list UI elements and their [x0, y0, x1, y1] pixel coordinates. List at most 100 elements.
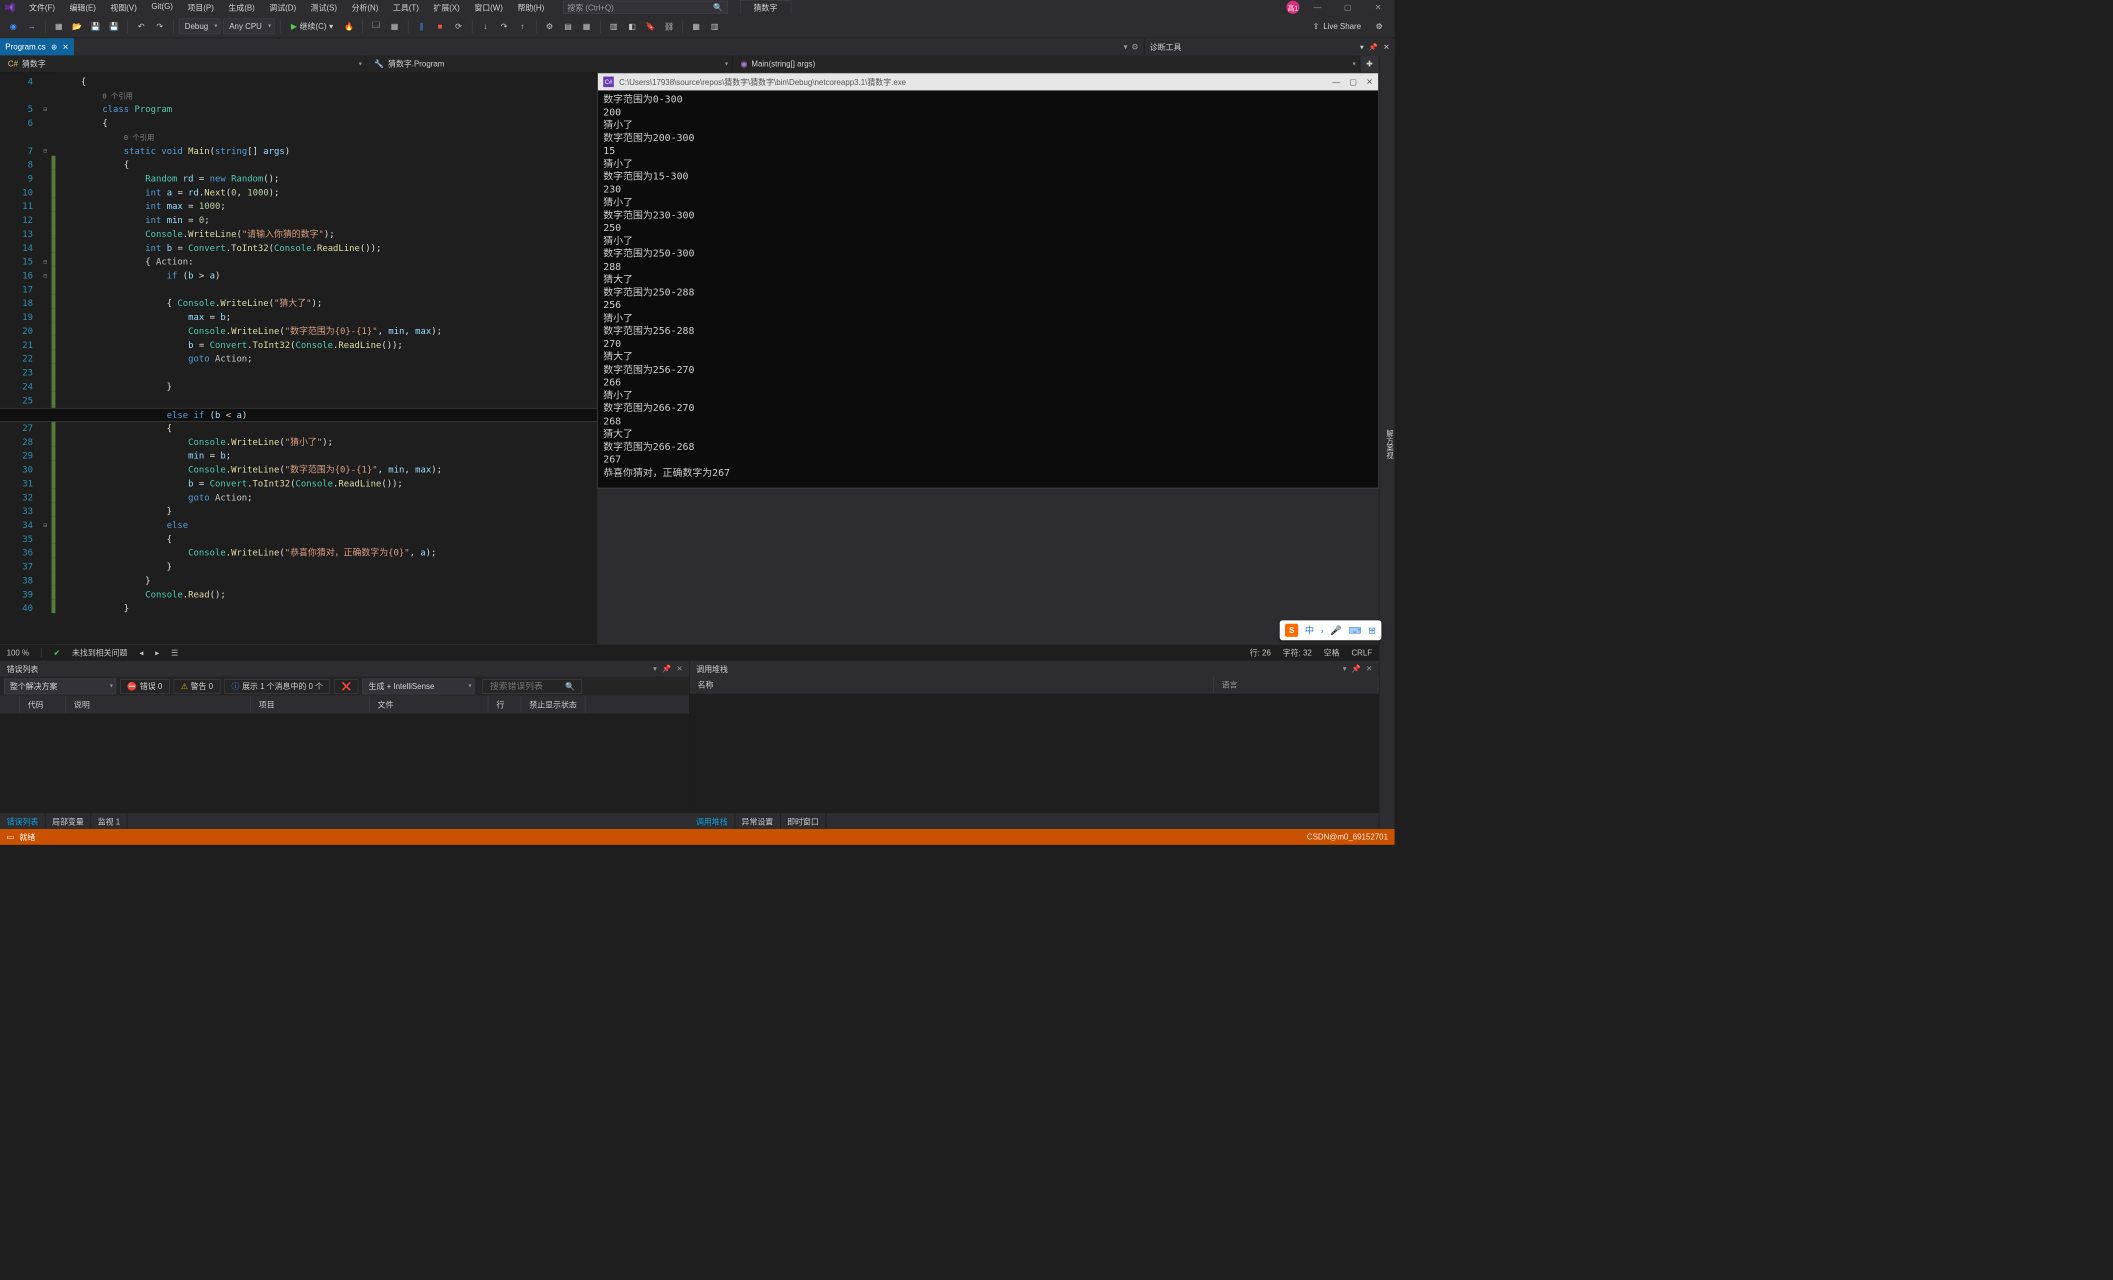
dropdown-icon[interactable]: ▾: [1360, 43, 1364, 52]
scope-dropdown[interactable]: 整个解决方案: [4, 678, 116, 694]
menu-item[interactable]: 视图(V): [104, 0, 144, 16]
error-col-header[interactable]: 项目: [251, 696, 370, 713]
console-title-bar[interactable]: C# C:\Users\17938\source\repos\猜数字\猜数字\b…: [598, 73, 1378, 90]
minimize-button[interactable]: —: [1305, 0, 1330, 15]
save-button[interactable]: 💾: [88, 18, 104, 34]
bottom-tab[interactable]: 局部变量: [46, 813, 92, 829]
pin-icon[interactable]: 📌: [662, 664, 671, 673]
bottom-tab[interactable]: 调用堆栈: [689, 813, 735, 829]
stop-button[interactable]: ■: [432, 18, 448, 34]
new-project-button[interactable]: ▦: [51, 18, 67, 34]
nav-left-icon[interactable]: ◂: [139, 648, 143, 657]
console-close[interactable]: ✕: [1366, 77, 1373, 86]
console-minimize[interactable]: —: [1332, 77, 1340, 86]
pin-icon[interactable]: 📌: [1352, 664, 1361, 673]
platform-dropdown[interactable]: Any CPU: [223, 18, 274, 34]
tool-h[interactable]: ▦: [688, 18, 704, 34]
nav-back-button[interactable]: ◉: [5, 18, 21, 34]
tool-a[interactable]: ⚙: [542, 18, 558, 34]
pause-button[interactable]: ∥: [414, 18, 430, 34]
error-col-header[interactable]: 代码: [20, 696, 66, 713]
warnings-filter[interactable]: ⚠警告 0: [174, 679, 221, 694]
error-col-header[interactable]: 文件: [370, 696, 489, 713]
info-filter[interactable]: ⓘ展示 1 个消息中的 0 个: [224, 679, 330, 694]
error-col-header[interactable]: [0, 696, 20, 713]
ime-toolbar[interactable]: S 中 ᠈ 🎤 ⌨ ⊞: [1280, 620, 1382, 640]
crumb-class[interactable]: 🔧 猜数字.Program: [366, 55, 732, 72]
ime-keyboard-icon[interactable]: ⌨: [1348, 625, 1361, 636]
bottom-tab[interactable]: 即时窗口: [780, 813, 826, 829]
hot-reload-button[interactable]: 🔥: [341, 18, 357, 34]
bottom-tab[interactable]: 错误列表: [0, 813, 46, 829]
code-editor[interactable]: 4 5 6 7 8 9 10 11 12 13 14 15 16 17 18 1…: [0, 73, 597, 645]
menu-item[interactable]: 项目(P): [181, 0, 221, 16]
step-out-button[interactable]: ↑: [515, 18, 531, 34]
user-avatar[interactable]: 高1: [1286, 1, 1299, 14]
menu-item[interactable]: 窗口(W): [468, 0, 510, 16]
tool-f[interactable]: 🔖: [643, 18, 659, 34]
bottom-tab[interactable]: 异常设置: [735, 813, 781, 829]
bottom-tab[interactable]: 监视 1: [91, 813, 127, 829]
tool-i[interactable]: ▥: [707, 18, 723, 34]
source-dropdown[interactable]: 生成 + IntelliSense: [363, 678, 475, 694]
menu-item[interactable]: 分析(N): [345, 0, 385, 16]
solution-explorer-tab[interactable]: 解方案视: [1384, 430, 1395, 459]
step-into-button[interactable]: ↓: [478, 18, 494, 34]
menu-item[interactable]: 帮助(H): [511, 0, 551, 16]
error-col-header[interactable]: 禁止显示状态: [521, 696, 585, 713]
close-icon[interactable]: ✕: [1366, 664, 1372, 673]
tab-overflow-icon[interactable]: ▾: [1123, 42, 1127, 51]
menu-item[interactable]: 工具(T): [386, 0, 425, 16]
menu-item[interactable]: 文件(F): [22, 0, 61, 16]
nav-fwd-button[interactable]: →: [24, 18, 40, 34]
console-output[interactable]: 数字范围为0-300 200 猜小了 数字范围为200-300 15 猜小了 数…: [598, 90, 1378, 487]
pin-icon[interactable]: ⊕: [51, 43, 57, 52]
menu-item[interactable]: 调试(D): [263, 0, 303, 16]
tool-icon-1[interactable]: 🗔: [368, 18, 384, 34]
close-button[interactable]: ✕: [1366, 0, 1391, 15]
crumb-add-button[interactable]: ✚: [1360, 55, 1378, 72]
redo-button[interactable]: ↷: [152, 18, 168, 34]
open-file-button[interactable]: 📂: [69, 18, 85, 34]
menu-item[interactable]: Git(G): [145, 0, 180, 16]
tool-d[interactable]: ▥: [606, 18, 622, 34]
menu-item[interactable]: 测试(S): [304, 0, 344, 16]
tool-icon-2[interactable]: ▦: [387, 18, 403, 34]
crumb-method[interactable]: ◉ Main(string[] args): [733, 55, 1361, 72]
tab-settings-icon[interactable]: ⚙: [1131, 42, 1138, 51]
console-maximize[interactable]: ▢: [1349, 77, 1356, 86]
close-icon[interactable]: ✕: [676, 664, 682, 673]
maximize-button[interactable]: ▢: [1335, 0, 1360, 15]
tool-g[interactable]: ⛓: [661, 18, 677, 34]
zoom-level[interactable]: 100 %: [7, 648, 29, 657]
continue-button[interactable]: ▶继续(C) ▾: [286, 18, 339, 34]
menu-item[interactable]: 扩展(X): [427, 0, 467, 16]
solution-name[interactable]: 猜数字: [740, 0, 791, 15]
crumb-project[interactable]: C# 猜数字: [0, 55, 366, 72]
ime-grid-icon[interactable]: ⊞: [1368, 625, 1376, 636]
diagnostics-tool-header[interactable]: 诊断工具 ▾ 📌 ✕: [1144, 38, 1395, 55]
nav-right-icon[interactable]: ▸: [155, 648, 159, 657]
menu-item[interactable]: 编辑(E): [63, 0, 103, 16]
tool-c[interactable]: ▦: [579, 18, 595, 34]
menu-item[interactable]: 生成(B): [222, 0, 262, 16]
global-search-input[interactable]: 搜索 (Ctrl+Q) 🔍: [563, 1, 728, 14]
ime-mic-icon[interactable]: 🎤: [1330, 625, 1342, 636]
save-all-button[interactable]: 💾: [106, 18, 122, 34]
error-col-header[interactable]: 行: [488, 696, 521, 713]
dropdown-icon[interactable]: ▾: [1343, 664, 1347, 673]
tool-e[interactable]: ◧: [624, 18, 640, 34]
tab-close-icon[interactable]: ✕: [62, 43, 68, 52]
close-icon[interactable]: ✕: [1383, 43, 1389, 52]
pin-icon[interactable]: 📌: [1369, 43, 1378, 52]
error-search-input[interactable]: 🔍: [483, 679, 583, 694]
config-dropdown[interactable]: Debug: [179, 18, 221, 34]
dropdown-icon[interactable]: ▾: [653, 664, 657, 673]
tool-b[interactable]: ▤: [560, 18, 576, 34]
live-share-button[interactable]: ⇪ Live Share ⚙: [1306, 21, 1389, 30]
ime-punct[interactable]: ᠈: [1321, 622, 1324, 638]
right-side-strip[interactable]: 解方案视: [1379, 55, 1395, 829]
errors-filter[interactable]: ⛔错误 0: [120, 679, 169, 694]
list-icon[interactable]: ☰: [171, 648, 178, 657]
step-over-button[interactable]: ↷: [496, 18, 512, 34]
